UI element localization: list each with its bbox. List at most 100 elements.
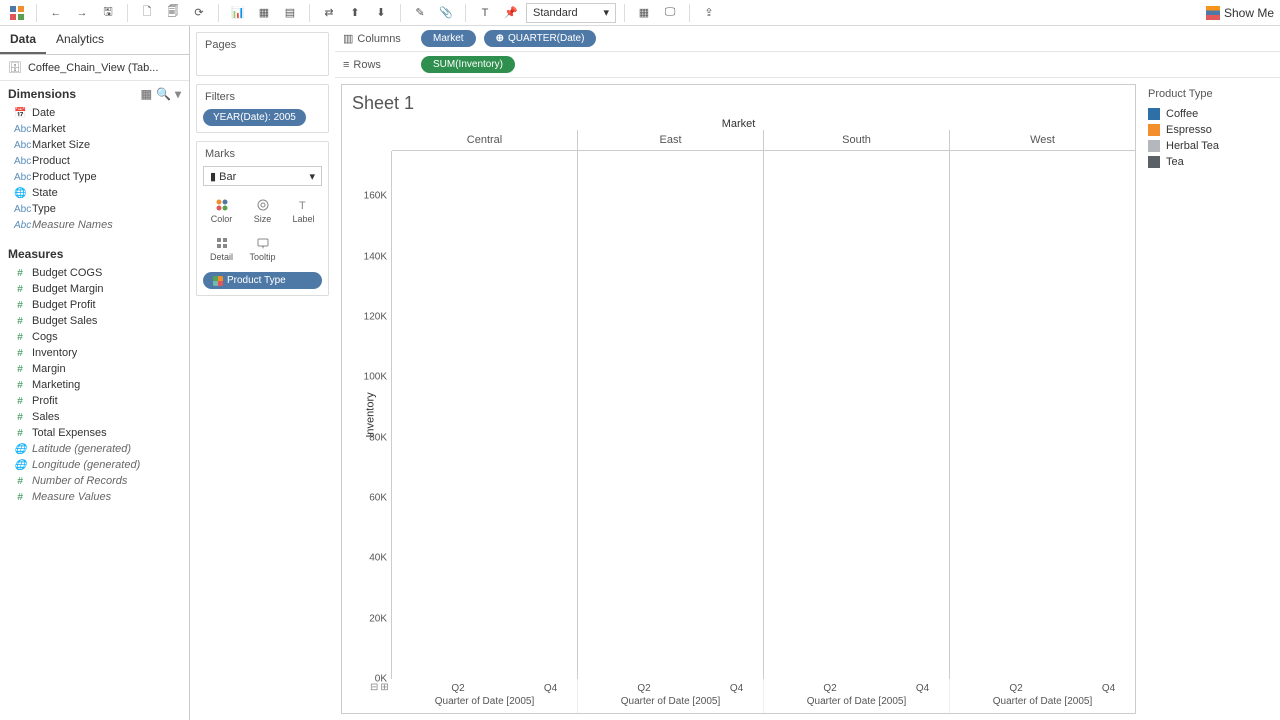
dimension-field[interactable]: AbcProduct xyxy=(0,153,189,169)
legend-label: Herbal Tea xyxy=(1166,140,1219,152)
panel-header[interactable]: West xyxy=(949,130,1135,151)
new-data-icon[interactable]: 🗋 xyxy=(136,2,158,24)
filter-pill-year[interactable]: YEAR(Date): 2005 xyxy=(203,109,306,126)
dimension-field[interactable]: AbcMeasure Names xyxy=(0,217,189,233)
search-icon[interactable]: 🔍 xyxy=(156,87,171,101)
mark-cell-label: Tooltip xyxy=(249,252,275,262)
x-axis-title[interactable]: Quarter of Date [2005] xyxy=(764,694,949,713)
sort-asc-icon[interactable]: ⬆ xyxy=(344,2,366,24)
dimension-field[interactable]: 🌐State xyxy=(0,185,189,201)
columns-shelf[interactable]: ▥Columns Market ⊕QUARTER(Date) xyxy=(335,26,1280,52)
y-tick: 100K xyxy=(364,372,387,383)
measure-field[interactable]: #Measure Values xyxy=(0,489,189,505)
new-worksheet-icon[interactable]: 📊 xyxy=(227,2,249,24)
pages-card[interactable]: Pages xyxy=(196,32,329,76)
back-icon[interactable]: ← xyxy=(45,2,67,24)
marks-detail-button[interactable]: Detail xyxy=(201,230,242,268)
share-icon[interactable]: ⇪ xyxy=(698,2,720,24)
datasource-row[interactable]: 🗄Coffee_Chain_View (Tab... xyxy=(0,55,189,81)
logo-icon[interactable] xyxy=(6,2,28,24)
dimension-field[interactable]: Abc Market xyxy=(0,121,189,137)
field-label: Latitude (generated) xyxy=(32,443,131,455)
device-icon[interactable]: 🖵 xyxy=(659,2,681,24)
show-me-label: Show Me xyxy=(1224,6,1274,20)
dimension-field[interactable]: AbcMarket Size xyxy=(0,137,189,153)
measure-field[interactable]: 🌐Latitude (generated) xyxy=(0,441,189,457)
new-dashboard-icon[interactable]: ▦ xyxy=(253,2,275,24)
field-type-icon: 🌐 xyxy=(14,460,26,471)
panel-header[interactable]: Central xyxy=(392,130,577,151)
menu-icon[interactable]: ▾ xyxy=(175,87,181,101)
save-icon[interactable]: 🖫 xyxy=(97,2,119,24)
legend-item[interactable]: Coffee xyxy=(1148,106,1272,122)
text-icon[interactable]: T xyxy=(474,2,496,24)
legend-item[interactable]: Tea xyxy=(1148,154,1272,170)
dimensions-header: Dimensions ▦🔍▾ xyxy=(0,81,189,103)
marks-size-button[interactable]: Size xyxy=(242,192,283,230)
panel-header[interactable]: South xyxy=(763,130,949,151)
legend-swatch xyxy=(1148,108,1160,120)
measure-field[interactable]: #Margin xyxy=(0,361,189,377)
rows-shelf[interactable]: ≡Rows SUM(Inventory) xyxy=(335,52,1280,78)
measure-field[interactable]: #Budget COGS xyxy=(0,265,189,281)
show-me-button[interactable]: Show Me xyxy=(1206,6,1274,20)
attach-icon[interactable]: 📎 xyxy=(435,2,457,24)
measure-field[interactable]: #Profit xyxy=(0,393,189,409)
measure-field[interactable]: 🌐Longitude (generated) xyxy=(0,457,189,473)
sort-desc-icon[interactable]: ⬇ xyxy=(370,2,392,24)
dimension-field[interactable]: AbcType xyxy=(0,201,189,217)
swap-icon[interactable]: ⇄ xyxy=(318,2,340,24)
x-axis-title[interactable]: Quarter of Date [2005] xyxy=(578,694,763,713)
expand-icon[interactable]: ⊞ xyxy=(380,682,388,693)
dimension-field[interactable]: 📅Date xyxy=(0,105,189,121)
measure-field[interactable]: #Marketing xyxy=(0,377,189,393)
filters-card[interactable]: Filters YEAR(Date): 2005 xyxy=(196,84,329,133)
x-axis-title[interactable]: Quarter of Date [2005] xyxy=(950,694,1135,713)
field-label: Cogs xyxy=(32,331,58,343)
measure-field[interactable]: #Budget Margin xyxy=(0,281,189,297)
analytics-tab[interactable]: Analytics xyxy=(46,26,114,54)
cards-pane: Pages Filters YEAR(Date): 2005 Marks ▮ B… xyxy=(190,26,335,720)
measure-field[interactable]: #Total Expenses xyxy=(0,425,189,441)
field-type-icon: Abc xyxy=(14,124,26,135)
measure-field[interactable]: #Sales xyxy=(0,409,189,425)
forward-icon[interactable]: → xyxy=(71,2,93,24)
x-tick: Q4 xyxy=(544,683,557,694)
pill-quarter-date[interactable]: ⊕QUARTER(Date) xyxy=(484,30,597,47)
marks-color-button[interactable]: Color xyxy=(201,192,242,230)
measure-field[interactable]: # Cogs xyxy=(0,329,189,345)
measure-field[interactable]: #Budget Profit xyxy=(0,297,189,313)
filters-title: Filters xyxy=(197,85,328,109)
x-axis-title[interactable]: Quarter of Date [2005] xyxy=(392,694,577,713)
present-icon[interactable]: ▦ xyxy=(633,2,655,24)
sheet-title[interactable]: Sheet 1 xyxy=(342,85,1135,118)
mark-type-dropdown[interactable]: ▮ Bar▾ xyxy=(203,166,322,186)
dimension-field[interactable]: AbcProduct Type xyxy=(0,169,189,185)
field-label: Market xyxy=(32,123,66,135)
data-tab[interactable]: Data xyxy=(0,26,46,54)
measure-field[interactable]: #Number of Records xyxy=(0,473,189,489)
marks-label-button[interactable]: TLabel xyxy=(283,192,324,230)
marks-color-pill[interactable]: Product Type xyxy=(203,272,322,289)
pill-market[interactable]: Market xyxy=(421,30,476,47)
legend-item[interactable]: Herbal Tea xyxy=(1148,138,1272,154)
y-axis[interactable]: Inventory 0K20K40K60K80K100K120K140K160K xyxy=(342,151,392,679)
panel-header[interactable]: East xyxy=(577,130,763,151)
measure-field[interactable]: #Budget Sales xyxy=(0,313,189,329)
refresh-icon[interactable]: ⟳ xyxy=(188,2,210,24)
marks-tooltip-button[interactable]: Tooltip xyxy=(242,230,283,268)
pill-sum-inventory[interactable]: SUM(Inventory) xyxy=(421,56,515,73)
x-axis-panel: Q2Q4Quarter of Date [2005] xyxy=(949,679,1135,713)
fit-dropdown[interactable]: Standard▾ xyxy=(526,3,616,23)
field-type-icon: # xyxy=(14,332,26,343)
new-story-icon[interactable]: ▤ xyxy=(279,2,301,24)
highlight-icon[interactable]: ✎ xyxy=(409,2,431,24)
view-data-icon[interactable]: ▦ xyxy=(141,87,152,101)
field-label: Measure Names xyxy=(32,219,113,231)
collapse-icon[interactable]: ⊟ xyxy=(370,682,378,693)
legend-item[interactable]: Espresso xyxy=(1148,122,1272,138)
field-type-icon: # xyxy=(14,364,26,375)
pin-icon[interactable]: 📌 xyxy=(500,2,522,24)
measure-field[interactable]: #Inventory xyxy=(0,345,189,361)
duplicate-icon[interactable]: 🗐 xyxy=(162,2,184,24)
